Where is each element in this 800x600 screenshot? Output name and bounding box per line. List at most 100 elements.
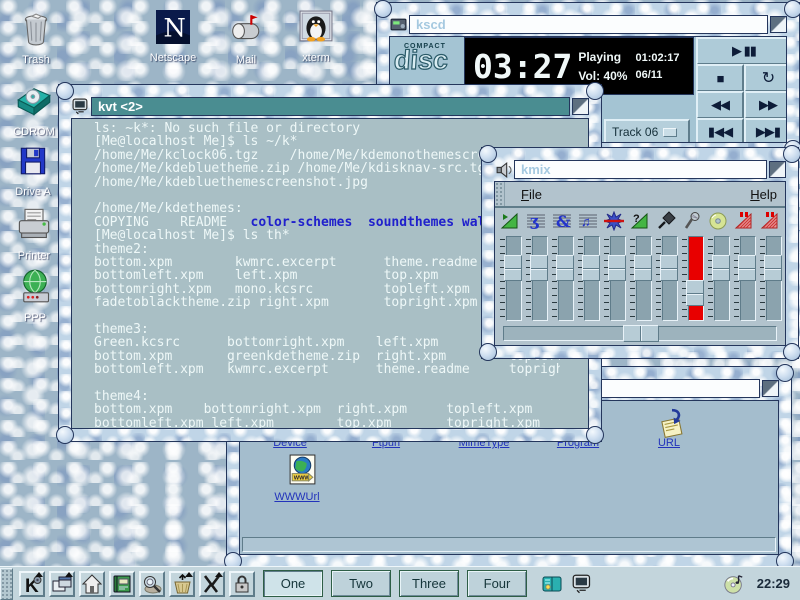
window-list-button[interactable] [49,571,75,597]
volume-triangle-icon[interactable] [497,210,523,232]
track-selector[interactable]: Track 06 [604,119,690,143]
desktop-icon-drive-a[interactable]: Drive A [1,144,65,198]
kscd-titlebar[interactable]: kscd [389,15,787,34]
rewind-button[interactable]: ◀◀ [696,91,744,119]
terminal-mini-icon[interactable] [71,98,89,116]
recording-pause-icon[interactable] [757,210,783,232]
microphone-icon[interactable] [679,210,705,232]
volume-slider-handle[interactable] [764,255,782,281]
line-plug-icon[interactable] [653,210,679,232]
volume-slider[interactable] [532,236,548,321]
window-corner-knob[interactable] [783,343,800,361]
maximize-button[interactable] [769,161,786,178]
window-corner-knob[interactable] [783,145,800,163]
volume-slider[interactable] [662,236,678,321]
bass-clef-icon[interactable]: ʒ [523,210,549,232]
volume-slider-handle[interactable] [660,255,678,281]
treble-clef-icon[interactable]: & [549,210,575,232]
volume-slider[interactable] [584,236,600,321]
desktop-icon-netscape[interactable]: N Netscape [141,10,205,64]
pcm-wave-muted-icon[interactable] [601,210,627,232]
kvt-titlebar[interactable]: kvt <2> [71,97,589,116]
cd-player-mini-icon[interactable] [389,16,407,34]
desktop-pager-three[interactable]: Three [399,570,459,597]
window-corner-knob[interactable] [586,82,604,100]
kmix-window[interactable]: kmix File Help ʒ&♫? [481,147,799,359]
volume-slider-handle[interactable] [738,255,756,281]
volume-slider[interactable] [636,236,652,321]
organizer-book-button[interactable] [109,571,135,597]
desktop-pager-two[interactable]: Two [331,570,391,597]
menu-arrow-icon [65,572,73,577]
menubar-handle[interactable] [495,182,505,206]
cd-disc-icon[interactable] [705,210,731,232]
window-corner-knob[interactable] [784,0,800,18]
window-corner-knob[interactable] [586,426,604,444]
desktop-icon-printer[interactable]: Printer [2,206,66,262]
window-corner-knob[interactable] [776,364,794,382]
volume-slider[interactable] [766,236,782,321]
mixer-mini-icon[interactable] [494,161,512,179]
window-corner-knob[interactable] [479,145,497,163]
desktop-icon-trash[interactable]: Trash [4,12,68,66]
next-track-button[interactable]: ▶▶▮ [744,118,787,143]
kvt-task-button[interactable] [569,571,595,597]
maximize-button[interactable] [762,380,779,397]
tux-penguin-icon [299,10,333,49]
volume-slider-handle[interactable] [686,280,704,306]
window-corner-knob[interactable] [479,343,497,361]
volume-slider[interactable] [558,236,574,321]
volume-slider-handle[interactable] [556,255,574,281]
maximize-button[interactable] [572,98,589,115]
previous-track-button[interactable]: ▮◀◀ [696,118,744,143]
window-corner-knob[interactable] [56,426,74,444]
recording-pause-icon[interactable] [731,210,757,232]
desktop-icon-xterm[interactable]: xterm [284,10,348,64]
basket-button[interactable] [169,571,195,597]
maximize-button[interactable] [770,16,787,33]
stop-button[interactable]: ■ [696,64,744,92]
balance-slider-handle[interactable] [623,325,659,342]
fast-forward-button[interactable]: ▶▶ [744,91,787,119]
volume-slider-handle[interactable] [712,255,730,281]
kfm-item-url[interactable]: URL [658,437,680,449]
volume-slider-handle[interactable] [582,255,600,281]
volume-slider-handle[interactable] [634,255,652,281]
volume-slider-handle[interactable] [608,255,626,281]
balance-slider[interactable] [503,326,777,341]
synth-notes-icon[interactable]: ♫ [575,210,601,232]
desktop-pager-four[interactable]: Four [467,570,527,597]
volume-slider-handle[interactable] [504,255,522,281]
globe-modem-icon [17,268,53,309]
disk-navigator-button[interactable] [539,571,565,597]
repeat-button[interactable]: ↻ [744,64,787,92]
menu-help[interactable]: Help [742,187,785,202]
wwwurl-globe-icon[interactable]: WWW [289,454,316,492]
menu-file[interactable]: File [513,187,550,202]
desktop-icon-mail[interactable]: Mail [214,12,278,66]
volume-slider[interactable] [740,236,756,321]
volume-slider[interactable] [714,236,730,321]
kfm-item-wwwurl[interactable]: WWWUrl [274,491,319,503]
terminal-line: theme4: [94,390,560,403]
mixer-channel [497,210,523,323]
play-pause-button[interactable]: ▶ ▮▮ [696,37,787,65]
printer-icon [16,206,52,247]
x11-utilities-button[interactable] [199,571,225,597]
window-corner-knob[interactable] [56,82,74,100]
home-folder-button[interactable] [79,571,105,597]
menu-arrow-icon [215,572,223,577]
lock-screen-button[interactable] [229,571,255,597]
panel-collapse-handle[interactable] [0,568,13,600]
kmix-titlebar[interactable]: kmix [494,160,786,179]
volume-slider[interactable] [506,236,522,321]
k-menu-button[interactable]: K [19,571,45,597]
volume-slider[interactable] [610,236,626,321]
volume-slider[interactable] [688,236,704,321]
unknown-question-icon[interactable]: ? [627,210,653,232]
desktop-pager-one[interactable]: One [263,570,323,597]
volume-slider-handle[interactable] [530,255,548,281]
find-files-button[interactable] [139,571,165,597]
kscd-indicator-icon[interactable] [721,571,747,597]
window-corner-knob[interactable] [374,0,392,18]
